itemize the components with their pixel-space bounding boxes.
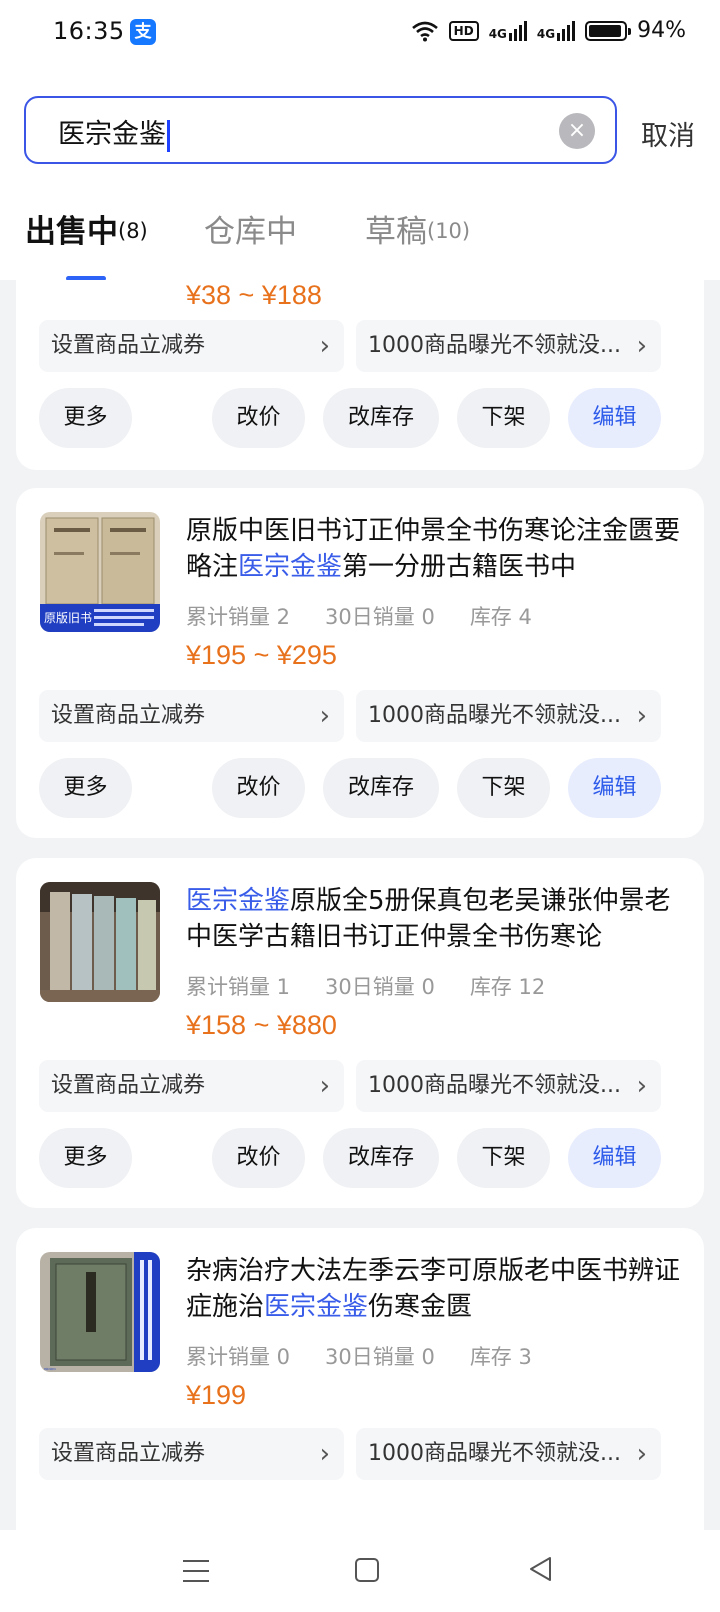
back-icon[interactable] xyxy=(528,1556,554,1582)
signal-icon-2: 4G xyxy=(537,20,576,41)
more-button[interactable]: 更多 xyxy=(39,1128,132,1188)
chevron-right-icon: › xyxy=(636,1439,647,1469)
clear-icon[interactable]: × xyxy=(559,113,595,149)
status-bar: 16:35 支 HD 4G 4G 94% xyxy=(0,0,720,66)
stock-count: 库存 12 xyxy=(469,975,546,999)
alipay-app-icon: 支 xyxy=(130,19,156,45)
menu-icon[interactable] xyxy=(183,1560,209,1590)
text-caret xyxy=(167,119,170,152)
system-nav-bar xyxy=(0,1530,720,1612)
change-stock-button[interactable]: 改库存 xyxy=(323,388,439,448)
delist-button[interactable]: 下架 xyxy=(457,1128,550,1188)
price: ¥158 ~ ¥880 xyxy=(186,1010,337,1040)
exposure-promo-button[interactable]: 1000商品曝光不领就没... › xyxy=(356,1428,661,1480)
stock-count: 库存 3 xyxy=(469,1345,532,1369)
chevron-right-icon: › xyxy=(636,1071,647,1101)
chevron-right-icon: › xyxy=(636,331,647,361)
product-stats: 累计销量 2 30日销量 0 库存 4 xyxy=(186,601,532,631)
exposure-promo-button[interactable]: 1000商品曝光不领就没... › xyxy=(356,1060,661,1112)
product-title[interactable]: 杂病治疗大法左季云李可原版老中医书辨证症施治医宗金鉴伤寒金匮 xyxy=(186,1253,686,1325)
header: 医宗金鉴 × 取消 出售中(8) 仓库中 草稿(10) xyxy=(0,66,720,281)
delist-button[interactable]: 下架 xyxy=(457,758,550,818)
search-highlight: 医宗金鉴 xyxy=(186,886,291,916)
thumb-label: 原版旧书 xyxy=(44,611,92,625)
product-card[interactable]: 原版旧书 原版中医旧书订正仲景全书伤寒论注金匮要略注医宗金鉴第一分册古籍医书中 … xyxy=(16,488,704,838)
product-card: ¥38 ~ ¥188 设置商品立减券 › 1000商品曝光不领就没... › 更多 … xyxy=(16,280,704,470)
cancel-button[interactable]: 取消 xyxy=(641,114,695,153)
search-input[interactable]: 医宗金鉴 × xyxy=(24,96,617,164)
chevron-right-icon: › xyxy=(319,1439,330,1469)
status-icons: HD 4G 4G 94% xyxy=(411,18,686,43)
product-card[interactable]: 医宗金鉴原版全5册保真包老吴谦张仲景老中医学古籍旧书订正仲景全书伤寒论 累计销量… xyxy=(16,858,704,1208)
exposure-promo-button[interactable]: 1000商品曝光不领就没... › xyxy=(356,320,661,372)
change-price-button[interactable]: 改价 xyxy=(212,388,305,448)
product-card[interactable]: 原版正版旧书 杂病治疗大法左季云李可原版老中医书辨证症施治医宗金鉴伤寒金匮 累计… xyxy=(16,1228,704,1530)
home-icon[interactable] xyxy=(355,1558,379,1582)
tab-bar: 出售中(8) 仓库中 草稿(10) xyxy=(0,206,720,281)
coupon-promo-button[interactable]: 设置商品立减券 › xyxy=(39,1060,344,1112)
battery-percent: 94% xyxy=(637,18,686,43)
tab-warehouse[interactable]: 仓库中 xyxy=(204,206,297,251)
edit-button[interactable]: 编辑 xyxy=(568,388,661,448)
product-stats: 累计销量 0 30日销量 0 库存 3 xyxy=(186,1341,532,1371)
change-stock-button[interactable]: 改库存 xyxy=(323,1128,439,1188)
search-value[interactable]: 医宗金鉴 xyxy=(58,112,170,152)
tab-drafts[interactable]: 草稿(10) xyxy=(365,206,470,251)
total-sales: 累计销量 1 xyxy=(186,975,291,999)
price: ¥199 xyxy=(186,1380,247,1410)
price: ¥195 ~ ¥295 xyxy=(186,640,337,670)
tab-on-sale[interactable]: 出售中(8) xyxy=(25,206,148,251)
more-button[interactable]: 更多 xyxy=(39,758,132,818)
coupon-promo-button[interactable]: 设置商品立减券 › xyxy=(39,690,344,742)
search-highlight: 医宗金鉴 xyxy=(264,1292,369,1322)
edit-button[interactable]: 编辑 xyxy=(568,1128,661,1188)
edit-button[interactable]: 编辑 xyxy=(568,758,661,818)
product-stats: 累计销量 1 30日销量 0 库存 12 xyxy=(186,971,545,1001)
battery-icon xyxy=(585,20,632,41)
sales-30d: 30日销量 0 xyxy=(325,1345,435,1369)
change-price-button[interactable]: 改价 xyxy=(212,1128,305,1188)
change-price-button[interactable]: 改价 xyxy=(212,758,305,818)
product-thumbnail[interactable]: 原版旧书 xyxy=(40,512,160,632)
product-title[interactable]: 医宗金鉴原版全5册保真包老吴谦张仲景老中医学古籍旧书订正仲景全书伤寒论 xyxy=(186,883,686,955)
total-sales: 累计销量 2 xyxy=(186,605,291,629)
signal-icon: 4G xyxy=(489,20,527,41)
stock-count: 库存 4 xyxy=(469,605,532,629)
product-title[interactable]: 原版中医旧书订正仲景全书伤寒论注金匮要略注医宗金鉴第一分册古籍医书中 xyxy=(186,513,686,585)
hd-badge: HD xyxy=(448,20,479,41)
price: ¥38 ~ ¥188 xyxy=(186,280,322,310)
chevron-right-icon: › xyxy=(319,331,330,361)
sales-30d: 30日销量 0 xyxy=(325,975,435,999)
delist-button[interactable]: 下架 xyxy=(457,388,550,448)
product-thumbnail[interactable] xyxy=(40,882,160,1002)
coupon-promo-button[interactable]: 设置商品立减券 › xyxy=(39,1428,344,1480)
product-thumbnail[interactable]: 原版正版旧书 xyxy=(40,1252,160,1372)
chevron-right-icon: › xyxy=(319,701,330,731)
exposure-promo-button[interactable]: 1000商品曝光不领就没... › xyxy=(356,690,661,742)
status-time: 16:35 xyxy=(53,17,125,45)
battery-level xyxy=(589,24,622,37)
chevron-right-icon: › xyxy=(319,1071,330,1101)
wifi-icon xyxy=(411,21,438,41)
chevron-right-icon: › xyxy=(636,701,647,731)
sales-30d: 30日销量 0 xyxy=(325,605,435,629)
product-list[interactable]: ¥38 ~ ¥188 设置商品立减券 › 1000商品曝光不领就没... › 更多 … xyxy=(0,280,720,1530)
coupon-promo-button[interactable]: 设置商品立减券 › xyxy=(39,320,344,372)
more-button[interactable]: 更多 xyxy=(39,388,132,448)
search-highlight: 医宗金鉴 xyxy=(238,552,343,582)
change-stock-button[interactable]: 改库存 xyxy=(323,758,439,818)
total-sales: 累计销量 0 xyxy=(186,1345,291,1369)
